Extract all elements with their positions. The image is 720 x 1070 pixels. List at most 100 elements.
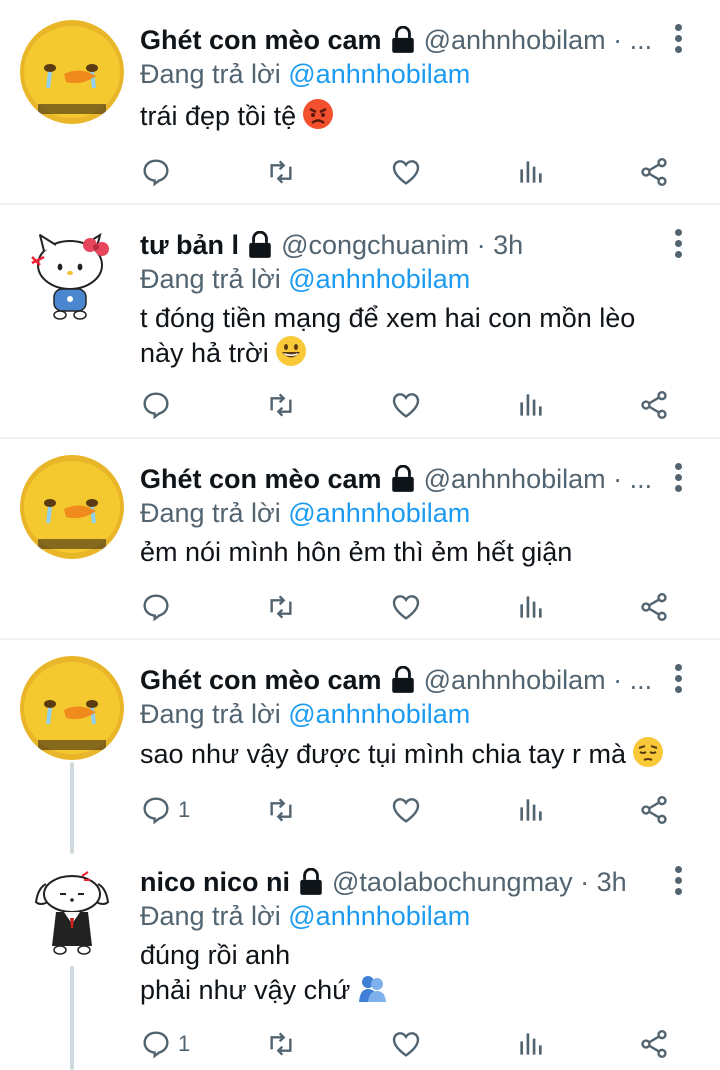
replying-to: Đang trả lời @anhnhobilam (140, 498, 471, 528)
reply-icon (143, 159, 169, 187)
tweet-text: t đóng tiền mạng để xem hai con mồn lèo … (140, 303, 636, 368)
share-button[interactable] (638, 790, 670, 830)
mention-link[interactable]: @anhnhobilam (288, 699, 470, 729)
retweet-icon (270, 1032, 292, 1056)
people-hugging-icon (359, 976, 387, 1002)
tweet-text: ẻm nói mình hôn ẻm thì ẻm hết giận (140, 537, 573, 567)
reply-button[interactable] (140, 152, 178, 192)
views-button[interactable] (515, 1024, 547, 1064)
duck-avatar-icon (20, 20, 124, 124)
views-button[interactable] (515, 587, 547, 627)
more-vertical-icon[interactable] (666, 225, 690, 265)
views-button[interactable] (515, 790, 547, 830)
replying-to: Đang trả lời @anhnhobilam (140, 901, 471, 931)
lock-icon (391, 465, 414, 492)
share-icon (641, 158, 667, 186)
like-button[interactable] (390, 790, 422, 830)
heart-icon (392, 160, 420, 185)
views-icon (520, 1033, 542, 1055)
handle-timestamp[interactable]: @anhnhobilam · ... (424, 461, 653, 497)
views-button[interactable] (515, 152, 547, 192)
like-button[interactable] (390, 152, 422, 192)
retweet-button[interactable] (265, 152, 297, 192)
like-button[interactable] (390, 1024, 422, 1064)
retweet-button[interactable] (265, 385, 297, 425)
views-icon (520, 799, 542, 821)
pensive-face-icon (633, 737, 664, 767)
views-button[interactable] (515, 385, 547, 425)
avatar[interactable] (20, 455, 124, 559)
grinning-face-icon (275, 336, 306, 366)
like-button[interactable] (390, 385, 422, 425)
heart-icon (392, 798, 420, 823)
share-button[interactable] (638, 385, 670, 425)
tweet[interactable]: tư bản l @congchuanim · 3h Đang trả lời … (0, 205, 720, 437)
duck-avatar-icon (20, 455, 124, 559)
reply-button[interactable]: 1 (140, 790, 190, 830)
avatar[interactable] (20, 223, 124, 327)
like-button[interactable] (390, 587, 422, 627)
reply-icon (143, 594, 169, 622)
more-vertical-icon[interactable] (666, 20, 690, 60)
handle-timestamp[interactable]: @anhnhobilam · ... (424, 22, 653, 58)
views-icon (520, 394, 542, 416)
reply-icon (143, 1031, 169, 1059)
tweet-actions: 1 (140, 1024, 690, 1064)
avatar[interactable] (20, 656, 124, 760)
tweet[interactable]: Ghét con mèo cam @anhnhobilam · ... Đang… (0, 0, 720, 203)
share-button[interactable] (638, 1024, 670, 1064)
share-icon (641, 796, 667, 824)
tweet-actions (140, 385, 690, 425)
views-icon (520, 596, 542, 618)
reply-count: 1 (178, 797, 191, 822)
tweet[interactable]: Ghét con mèo cam @anhnhobilam · ... Đang… (0, 439, 720, 638)
duck-avatar-icon (20, 656, 124, 760)
lock-icon (249, 231, 271, 258)
display-name[interactable]: Ghét con mèo cam (140, 22, 382, 58)
tweet-actions: 1 (140, 790, 690, 830)
heart-icon (392, 595, 420, 620)
heart-icon (392, 1032, 420, 1057)
views-icon (520, 161, 542, 183)
handle-timestamp[interactable]: @anhnhobilam · ... (424, 662, 653, 698)
share-button[interactable] (638, 152, 670, 192)
handle-timestamp[interactable]: @congchuanim · 3h (281, 227, 523, 263)
mention-link[interactable]: @anhnhobilam (288, 59, 470, 89)
tweet-text: đúng rồi anh phải như vậy chứ (140, 938, 690, 1007)
display-name[interactable]: tư bản l (140, 227, 239, 263)
reply-button[interactable] (140, 385, 178, 425)
handle-timestamp[interactable]: @taolabochungmay · 3h (332, 864, 627, 900)
puppy-avatar-icon (20, 858, 124, 962)
avatar[interactable] (20, 858, 124, 962)
lock-icon (391, 26, 414, 53)
reply-button[interactable] (140, 587, 178, 627)
avatar[interactable] (20, 20, 124, 124)
tweet[interactable]: Ghét con mèo cam @anhnhobilam · ... Đang… (0, 640, 720, 848)
replying-to: Đang trả lời @anhnhobilam (140, 699, 471, 729)
tweet-actions (140, 152, 690, 192)
display-name[interactable]: Ghét con mèo cam (140, 461, 382, 497)
share-icon (641, 593, 667, 621)
tweet-text: sao như vậy được tụi mình chia tay r mà (140, 736, 690, 771)
share-icon (641, 1030, 667, 1058)
more-vertical-icon[interactable] (666, 862, 690, 902)
display-name[interactable]: nico nico ni (140, 864, 290, 900)
more-vertical-icon[interactable] (666, 660, 690, 700)
tweet-actions (140, 587, 690, 627)
display-name[interactable]: Ghét con mèo cam (140, 662, 382, 698)
retweet-button[interactable] (265, 1024, 297, 1064)
heart-icon (392, 393, 420, 418)
retweet-icon (270, 595, 292, 619)
mention-link[interactable]: @anhnhobilam (288, 498, 470, 528)
reply-button[interactable]: 1 (140, 1024, 190, 1064)
retweet-icon (270, 393, 292, 417)
replying-to: Đang trả lời @anhnhobilam (140, 59, 471, 89)
share-button[interactable] (638, 587, 670, 627)
mention-link[interactable]: @anhnhobilam (288, 901, 470, 931)
more-vertical-icon[interactable] (666, 459, 690, 499)
retweet-button[interactable] (265, 790, 297, 830)
tweet[interactable]: nico nico ni @taolabochungmay · 3h Đang … (0, 842, 720, 1070)
retweet-button[interactable] (265, 587, 297, 627)
retweet-icon (270, 798, 292, 822)
mention-link[interactable]: @anhnhobilam (288, 264, 470, 294)
